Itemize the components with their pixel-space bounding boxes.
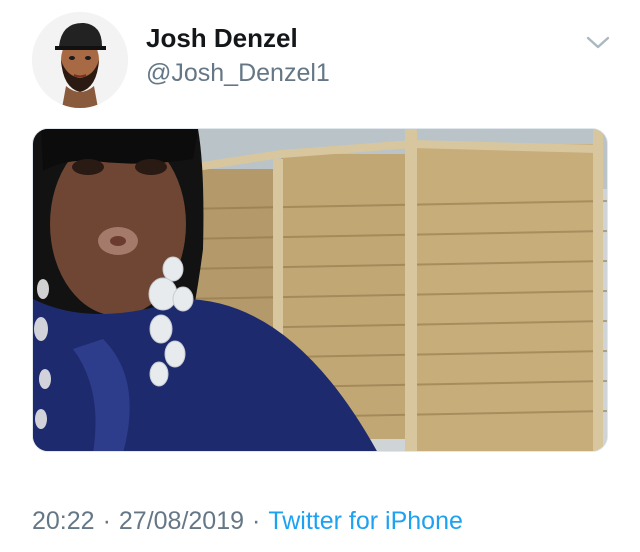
user-handle[interactable]: @Josh_Denzel1 <box>146 58 330 88</box>
avatar[interactable] <box>32 12 128 108</box>
avatar-illustration <box>32 12 128 108</box>
tweet-source-link[interactable]: Twitter for iPhone <box>268 507 463 535</box>
separator-dot: · <box>102 507 111 535</box>
display-name[interactable]: Josh Denzel <box>146 22 330 54</box>
video-media[interactable] <box>32 128 608 452</box>
video-frame-image <box>33 129 607 451</box>
tweet-time[interactable]: 20:22 <box>32 507 95 535</box>
chevron-down-icon[interactable] <box>582 30 614 54</box>
tweet-metadata: 20:22 · 27/08/2019 · Twitter for iPhone <box>32 504 463 538</box>
user-info: Josh Denzel @Josh_Denzel1 <box>146 22 330 88</box>
tweet-card: Josh Denzel @Josh_Denzel1 20:22 · 27/08/… <box>0 0 640 552</box>
tweet-date[interactable]: 27/08/2019 <box>119 507 244 535</box>
separator-dot: · <box>252 507 261 535</box>
